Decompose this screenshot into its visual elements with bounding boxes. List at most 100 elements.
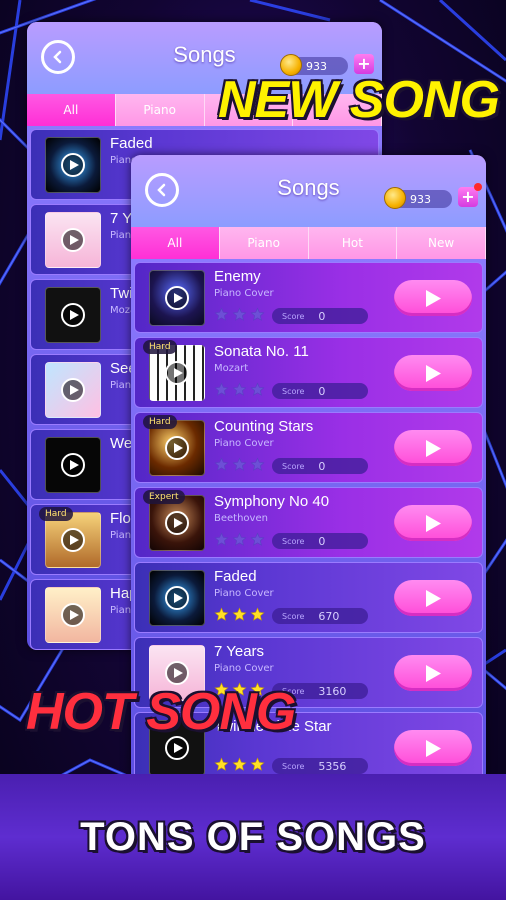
song-title: We bbox=[110, 435, 133, 452]
difficulty-badge: Expert bbox=[143, 490, 185, 504]
tab-all[interactable]: All bbox=[27, 94, 116, 126]
song-row[interactable]: Hard Counting Stars Piano Cover Score 0 bbox=[134, 412, 483, 483]
play-button[interactable] bbox=[394, 355, 472, 391]
star-icon bbox=[250, 457, 265, 471]
star-rating bbox=[214, 382, 265, 397]
front-header: Songs 933 + bbox=[131, 155, 486, 227]
star-icon bbox=[250, 757, 265, 771]
difficulty-badge: Hard bbox=[143, 340, 177, 354]
star-icon bbox=[214, 307, 229, 321]
star-rating bbox=[214, 607, 265, 622]
tab-hot[interactable]: Hot bbox=[308, 227, 398, 259]
faded-art-icon bbox=[149, 570, 205, 626]
hot-song-label: HOT SONG bbox=[26, 683, 296, 741]
score-value: 3160 bbox=[318, 684, 347, 698]
star-rating bbox=[214, 532, 265, 547]
candy-art-icon bbox=[45, 362, 101, 418]
play-circle-icon bbox=[165, 586, 189, 610]
score-pill: Score 0 bbox=[272, 533, 368, 549]
play-button[interactable] bbox=[394, 280, 472, 316]
tab-new[interactable]: New bbox=[397, 227, 486, 259]
star-icon bbox=[232, 757, 247, 771]
song-subtitle: Beethoven bbox=[214, 513, 268, 524]
score-label: Score bbox=[282, 311, 305, 321]
song-title: Symphony No 40 bbox=[214, 493, 330, 510]
score-label: Score bbox=[282, 611, 305, 621]
star-rating bbox=[214, 307, 265, 322]
script-art-icon bbox=[45, 437, 101, 493]
faded-art-icon bbox=[45, 137, 101, 193]
score-label: Score bbox=[282, 461, 305, 471]
score-value: 0 bbox=[318, 534, 326, 548]
song-row[interactable]: Enemy Piano Cover Score 0 bbox=[134, 262, 483, 333]
tab-piano[interactable]: Piano bbox=[115, 94, 205, 126]
notification-dot bbox=[474, 183, 482, 191]
song-title: Faded bbox=[110, 135, 153, 152]
play-icon bbox=[426, 739, 441, 757]
play-icon bbox=[426, 589, 441, 607]
song-row[interactable]: Hard Sonata No. 11 Mozart Score 0 bbox=[134, 337, 483, 408]
star-rating bbox=[214, 757, 265, 772]
score-value: 0 bbox=[318, 309, 326, 323]
play-button[interactable] bbox=[394, 505, 472, 541]
star-icon bbox=[214, 607, 229, 621]
star-icon bbox=[214, 382, 229, 396]
star-icon bbox=[250, 532, 265, 546]
score-value: 0 bbox=[318, 459, 326, 473]
song-subtitle: Piano Cover bbox=[214, 438, 274, 449]
song-title: Counting Stars bbox=[214, 418, 314, 435]
score-label: Score bbox=[282, 536, 305, 546]
song-title: Enemy bbox=[214, 268, 261, 285]
play-button[interactable] bbox=[394, 580, 472, 616]
star-icon bbox=[232, 382, 247, 396]
score-pill: Score 0 bbox=[272, 308, 368, 324]
star-icon bbox=[232, 457, 247, 471]
star-icon bbox=[250, 382, 265, 396]
score-pill: Score 670 bbox=[272, 608, 368, 624]
star-rating bbox=[214, 457, 265, 472]
star-icon bbox=[214, 457, 229, 471]
score-label: Score bbox=[282, 761, 305, 771]
tab-all[interactable]: All bbox=[131, 227, 220, 259]
star-icon bbox=[232, 607, 247, 621]
star-icon bbox=[214, 757, 229, 771]
play-circle-icon bbox=[165, 511, 189, 535]
play-icon bbox=[426, 289, 441, 307]
song-title: Faded bbox=[214, 568, 257, 585]
score-value: 0 bbox=[318, 384, 326, 398]
song-subtitle: Piano Cover bbox=[214, 663, 274, 674]
star-art-icon bbox=[45, 287, 101, 343]
heart-art-icon bbox=[45, 212, 101, 268]
front-tabs: All Piano Hot New bbox=[131, 227, 486, 259]
coin-balance: 933 bbox=[384, 187, 452, 209]
star-icon bbox=[232, 532, 247, 546]
play-button[interactable] bbox=[394, 655, 472, 691]
coin-icon bbox=[384, 187, 406, 209]
play-button[interactable] bbox=[394, 430, 472, 466]
score-pill: Score 0 bbox=[272, 458, 368, 474]
play-icon bbox=[426, 664, 441, 682]
play-icon bbox=[426, 439, 441, 457]
song-row[interactable]: Faded Piano Cover Score 670 bbox=[134, 562, 483, 633]
birthday-art-icon bbox=[45, 587, 101, 643]
bottom-banner: TONS OF SONGS bbox=[0, 774, 506, 900]
song-subtitle: Piano Cover bbox=[214, 588, 274, 599]
score-pill: Score 5356 bbox=[272, 758, 368, 774]
new-song-label: NEW SONG bbox=[218, 71, 500, 129]
song-subtitle: Piano Cover bbox=[214, 288, 274, 299]
song-title: Flo bbox=[110, 510, 131, 527]
score-value: 5356 bbox=[318, 759, 347, 773]
star-icon bbox=[214, 532, 229, 546]
play-icon bbox=[426, 514, 441, 532]
star-icon bbox=[250, 607, 265, 621]
play-icon bbox=[426, 364, 441, 382]
play-button[interactable] bbox=[394, 730, 472, 766]
play-circle-icon bbox=[165, 436, 189, 460]
song-title: 7 Years bbox=[214, 643, 265, 660]
song-title: Sonata No. 11 bbox=[214, 343, 309, 360]
play-circle-icon bbox=[165, 286, 189, 310]
difficulty-badge: Hard bbox=[39, 507, 73, 521]
tab-piano[interactable]: Piano bbox=[219, 227, 309, 259]
song-row[interactable]: Expert Symphony No 40 Beethoven Score 0 bbox=[134, 487, 483, 558]
difficulty-badge: Hard bbox=[143, 415, 177, 429]
